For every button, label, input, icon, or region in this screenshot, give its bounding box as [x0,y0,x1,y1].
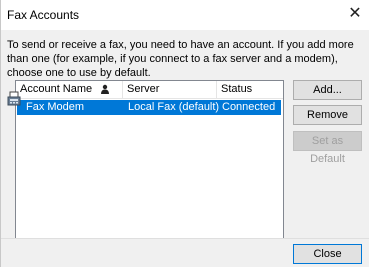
title-bar: Fax Accounts ✕ [1,0,369,30]
dialog-content: To send or receive a fax, you need to ha… [1,30,369,255]
close-icon[interactable]: ✕ [347,4,363,24]
close-button[interactable]: Close [293,244,362,264]
account-name-cell: Fax Modem [26,101,85,113]
add-button[interactable]: Add... [293,80,362,100]
description-text: To send or receive a fax, you need to ha… [7,39,354,79]
column-header-server[interactable]: Server [122,81,216,98]
status-cell: Connected [222,101,276,113]
set-as-default-button[interactable]: Set as Default [293,131,362,165]
fax-accounts-dialog: Fax Accounts ✕ To send or receive a fax,… [0,0,369,267]
table-row[interactable]: Fax Modem Local Fax (default) Connected [17,100,281,115]
column-header-account-name[interactable]: Account Name [16,81,113,98]
column-header-status[interactable]: Status [216,81,283,98]
column-label: Status [221,83,253,95]
column-label: Account Name [20,83,93,95]
accounts-list[interactable]: Account Name Server Status Fax Modem Loc… [15,80,284,255]
list-header: Account Name Server Status [16,81,283,99]
server-cell: Local Fax (default) [128,101,220,113]
dialog-title: Fax Accounts [7,8,80,22]
column-label: Server [127,83,160,95]
person-icon [101,84,109,94]
fax-machine-icon [7,91,21,106]
remove-button[interactable]: Remove [293,105,362,125]
dialog-footer: Close [1,238,369,267]
